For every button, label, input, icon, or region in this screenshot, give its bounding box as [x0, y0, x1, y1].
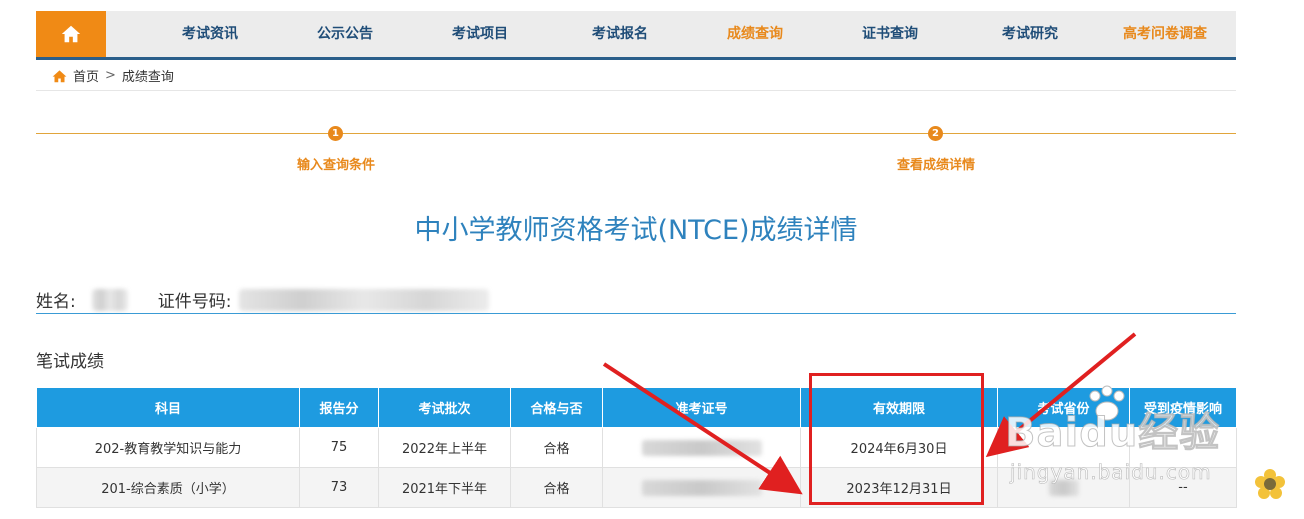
breadcrumb-separator: > [105, 68, 116, 83]
home-icon [52, 69, 67, 82]
nav-item-gaokao-survey[interactable]: 高考问卷调查 [1123, 11, 1207, 57]
cell-pass: 合格 [510, 427, 603, 468]
header-batch: 考试批次 [378, 387, 511, 428]
home-icon [61, 25, 81, 43]
cell-subject: 201-综合素质（小学） [36, 467, 300, 508]
cell-pass: 合格 [510, 467, 603, 508]
watermark-brand: Baidu经验 [1004, 410, 1221, 457]
watermark-url: jingyan.baidu.com [1010, 460, 1212, 485]
cell-batch: 2021年下半年 [378, 467, 511, 508]
page-title: 中小学教师资格考试(NTCE)成绩详情 [414, 215, 858, 246]
step-2-label: 查看成绩详情 [896, 158, 976, 173]
breadcrumb: 首页 > 成绩查询 [52, 66, 174, 85]
step-1-marker: 1 [328, 126, 343, 141]
highlight-box [809, 373, 984, 505]
nav-item-exam-research[interactable]: 考试研究 [1002, 11, 1058, 57]
nav-item-announcements[interactable]: 公示公告 [317, 11, 373, 57]
nav-item-exam-projects[interactable]: 考试项目 [452, 11, 508, 57]
header-admission-number: 准考证号 [602, 387, 801, 428]
cell-batch: 2022年上半年 [378, 427, 511, 468]
breadcrumb-current: 成绩查询 [121, 70, 174, 85]
flower-icon [1255, 469, 1285, 499]
cell-score: 73 [299, 467, 379, 508]
section-title: 笔试成绩 [36, 352, 104, 372]
header-pass: 合格与否 [510, 387, 603, 428]
nav-item-exam-news[interactable]: 考试资讯 [182, 11, 238, 57]
cell-subject: 202-教育教学知识与能力 [36, 427, 300, 468]
cell-admission-number-redacted [602, 467, 801, 508]
nav-item-score-query[interactable]: 成绩查询 [727, 11, 783, 57]
header-score: 报告分 [299, 387, 379, 428]
cell-score: 75 [299, 427, 379, 468]
candidate-info: 姓名: 证件号码: [36, 287, 490, 312]
cell-admission-number-redacted [602, 427, 801, 468]
id-number-label: 证件号码: [157, 292, 232, 312]
step-1-label: 输入查询条件 [296, 158, 376, 173]
step-progress-line [36, 133, 1236, 134]
home-button[interactable] [36, 11, 106, 57]
breadcrumb-divider [36, 90, 1236, 91]
name-value-redacted [91, 288, 128, 311]
info-divider [36, 313, 1236, 314]
top-nav: 考试资讯 公示公告 考试项目 考试报名 成绩查询 证书查询 考试研究 高考问卷调… [36, 11, 1236, 60]
nav-item-registration[interactable]: 考试报名 [592, 11, 648, 57]
breadcrumb-home-link[interactable]: 首页 [73, 66, 99, 85]
id-number-value-redacted [239, 288, 490, 311]
step-2-marker: 2 [928, 126, 943, 141]
nav-item-certificate-query[interactable]: 证书查询 [862, 11, 918, 57]
header-subject: 科目 [36, 387, 300, 428]
name-label: 姓名: [36, 292, 76, 312]
